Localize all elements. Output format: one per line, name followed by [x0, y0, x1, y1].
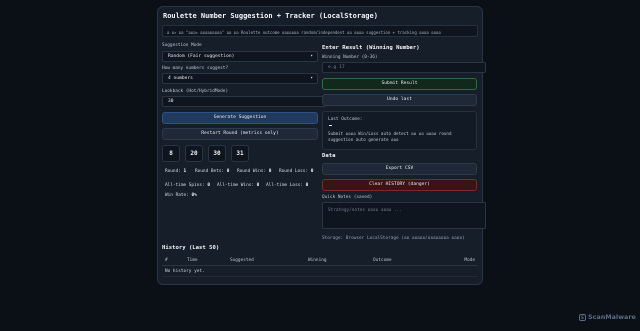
restart-round-button[interactable]: Restart Round (metrics only) [162, 128, 318, 140]
last-outcome-panel: Last Outcome: Submit ออออ Win/Loss auto … [322, 111, 477, 150]
stat-alltime-spins: All-time Spins: 0 [165, 183, 210, 188]
stat-win-rate: Win Rate: 0% [165, 193, 197, 198]
page-title: Roulette Number Suggestion + Tracker (Lo… [163, 12, 378, 20]
stat-round-loss: Round Loss: 0 [279, 169, 314, 174]
suggested-number: 20 [185, 145, 203, 162]
suggested-number: 8 [162, 145, 180, 162]
undo-last-button[interactable]: Undo last [322, 94, 477, 106]
count-label: How many numbers suggest? [162, 66, 229, 71]
storage-info: Storage: Browser LocalStorage (ออ อออออ/… [322, 236, 465, 241]
count-select[interactable]: 4 numbers ▾ [162, 73, 318, 84]
history-empty-row: No history yet. [162, 267, 478, 277]
data-heading: Data [322, 153, 336, 159]
last-outcome-description-cont: suggestion auto generate อออ [328, 137, 399, 142]
last-outcome-value [329, 125, 332, 126]
column-header-mode: Mode [464, 258, 475, 263]
lookback-input[interactable]: 30 [162, 96, 326, 107]
history-table-header: # Time Suggested Winning Outcome Mode [162, 256, 478, 266]
quick-notes-label: Quick Notes (saved) [322, 195, 373, 200]
winning-number-input[interactable]: e.g 17 [322, 62, 486, 73]
column-header-suggested: Suggested [230, 258, 254, 263]
result-heading: Enter Result (Winning Number) [322, 45, 420, 51]
column-header-index: # [165, 258, 168, 263]
suggestion-mode-value: Random (Fair suggestion) [168, 54, 235, 59]
stat-alltime-wins: All-time Wins: 0 [217, 183, 260, 188]
scanmalware-logo-icon: S [579, 313, 586, 321]
clear-history-button[interactable]: Clear HISTORY (danger) [322, 179, 477, 191]
count-value: 4 numbers [168, 76, 193, 81]
chevron-down-icon: ▾ [310, 54, 313, 59]
watermark-text: ScanMalware [588, 313, 636, 321]
lookback-label: Lookback (Hot/HybridMode) [162, 89, 229, 94]
chevron-down-icon: ▾ [310, 76, 313, 81]
last-outcome-label: Last Outcome: [328, 117, 363, 122]
column-header-time: Time [187, 258, 198, 263]
stat-round-wins: Round Wins: 0 [237, 169, 272, 174]
column-header-winning: Winning [308, 258, 327, 263]
disclaimer-note: อ อะ ออ "อออะ อออออออออ" ออ ออ Roulette … [162, 25, 478, 37]
quick-notes-textarea[interactable]: Strategy/notes ออออ ออออ ... [322, 202, 486, 229]
winning-number-label: Winning Number (0-36) [322, 55, 378, 60]
generate-suggestion-button[interactable]: Generate Suggestion [162, 112, 318, 124]
column-header-outcome: Outcome [373, 258, 392, 263]
suggestion-mode-label: Suggestion Mode [162, 43, 202, 48]
watermark: S ScanMalware [579, 312, 636, 322]
stat-round: Round: 1 [165, 169, 187, 174]
stat-round-bets: Round Bets: 0 [195, 169, 230, 174]
submit-result-button[interactable]: Submit Result [322, 78, 477, 90]
stat-alltime-loss: All-time Loss: 0 [266, 183, 309, 188]
export-csv-button[interactable]: Export CSV [322, 163, 477, 175]
suggested-number: 31 [231, 145, 249, 162]
suggested-number: 30 [208, 145, 226, 162]
history-heading: History (Last 50) [162, 245, 220, 251]
suggestion-mode-select[interactable]: Random (Fair suggestion) ▾ [162, 51, 318, 62]
